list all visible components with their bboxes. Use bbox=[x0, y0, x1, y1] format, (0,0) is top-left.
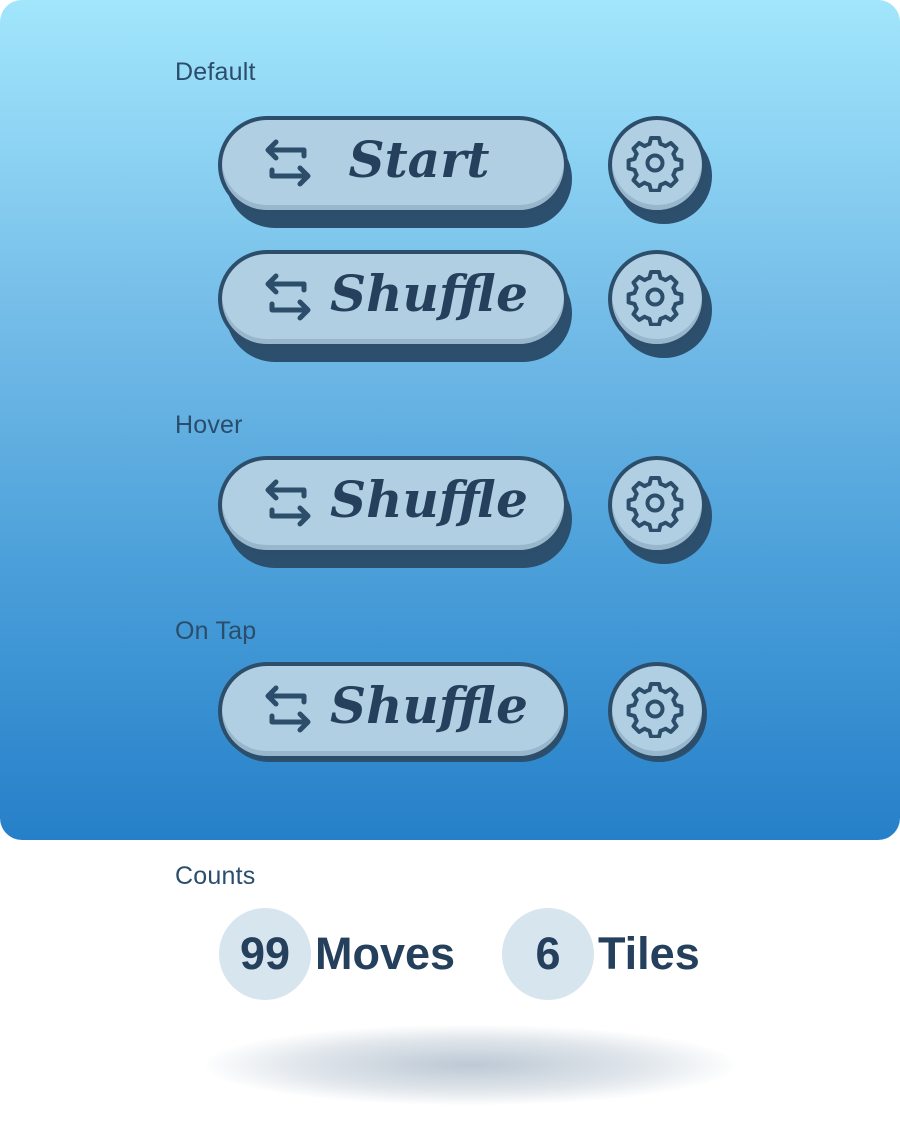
settings-button[interactable] bbox=[608, 116, 712, 224]
settings-button-pressed[interactable] bbox=[608, 662, 708, 762]
floor-shadow bbox=[205, 1025, 735, 1105]
start-button[interactable]: Start bbox=[218, 116, 572, 228]
tiles-count-label: Tiles bbox=[598, 928, 700, 979]
section-label-hover: Hover bbox=[175, 411, 243, 439]
gear-icon bbox=[626, 270, 684, 326]
button-row-shuffle-default: Shuffle bbox=[218, 250, 718, 370]
moves-count-value: 99 bbox=[239, 928, 291, 979]
swap-arrows-icon bbox=[265, 139, 311, 187]
section-label-on-tap: On Tap bbox=[175, 617, 257, 645]
tiles-count-value: 6 bbox=[535, 928, 561, 979]
gear-icon bbox=[626, 476, 684, 532]
section-label-default: Default bbox=[175, 58, 256, 86]
shuffle-button-pressed[interactable]: Shuffle bbox=[218, 662, 568, 762]
gear-icon bbox=[626, 682, 684, 738]
shuffle-button-label: Shuffle bbox=[330, 264, 528, 323]
shuffle-button-label: Shuffle bbox=[330, 470, 528, 529]
swap-arrows-icon bbox=[265, 273, 311, 321]
settings-button-hover[interactable] bbox=[608, 456, 712, 564]
moves-count-label: Moves bbox=[315, 928, 456, 979]
button-row-shuffle-hover: Shuffle bbox=[218, 456, 718, 576]
moves-counter: 99 Moves bbox=[219, 908, 469, 1000]
settings-button[interactable] bbox=[608, 250, 712, 358]
swap-arrows-icon bbox=[265, 479, 311, 527]
shuffle-button[interactable]: Shuffle bbox=[218, 250, 572, 362]
gear-icon bbox=[626, 136, 684, 192]
shuffle-button-hover[interactable]: Shuffle bbox=[218, 456, 572, 568]
start-button-label: Start bbox=[348, 130, 490, 189]
swap-arrows-icon bbox=[265, 685, 311, 733]
tiles-counter: 6 Tiles bbox=[502, 908, 712, 1000]
section-label-counts: Counts bbox=[175, 862, 256, 890]
button-row-shuffle-tap: Shuffle bbox=[218, 662, 718, 782]
shuffle-button-label: Shuffle bbox=[330, 676, 528, 735]
button-row-start-default: Start bbox=[218, 116, 718, 236]
